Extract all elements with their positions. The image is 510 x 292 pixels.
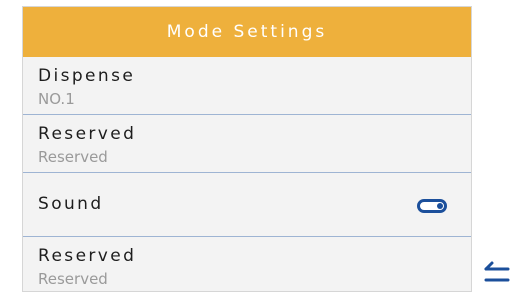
mode-settings-screen: Mode Settings Dispense NO.1 Reserved Res… (0, 0, 510, 292)
reserved-label-2: Reserved (38, 246, 137, 266)
sound-label: Sound (38, 194, 104, 214)
reserved-value-1: Reserved (38, 148, 108, 166)
reserved-row-2[interactable]: Reserved Reserved (23, 237, 471, 291)
page-title: Mode Settings (23, 7, 471, 57)
back-arrow-icon[interactable] (482, 258, 510, 288)
back-arrow-svg (484, 261, 510, 282)
dispense-label: Dispense (38, 66, 136, 86)
toggle-knob (437, 203, 443, 209)
dispense-value: NO.1 (38, 90, 75, 108)
reserved-row-1[interactable]: Reserved Reserved (23, 115, 471, 173)
sound-row[interactable]: Sound (23, 173, 471, 237)
dispense-row[interactable]: Dispense NO.1 (23, 57, 471, 115)
sound-toggle-icon[interactable] (417, 199, 447, 213)
page-title-text: Mode Settings (166, 22, 328, 42)
reserved-label-1: Reserved (38, 124, 137, 144)
reserved-value-2: Reserved (38, 270, 108, 288)
settings-panel: Mode Settings Dispense NO.1 Reserved Res… (22, 6, 472, 292)
